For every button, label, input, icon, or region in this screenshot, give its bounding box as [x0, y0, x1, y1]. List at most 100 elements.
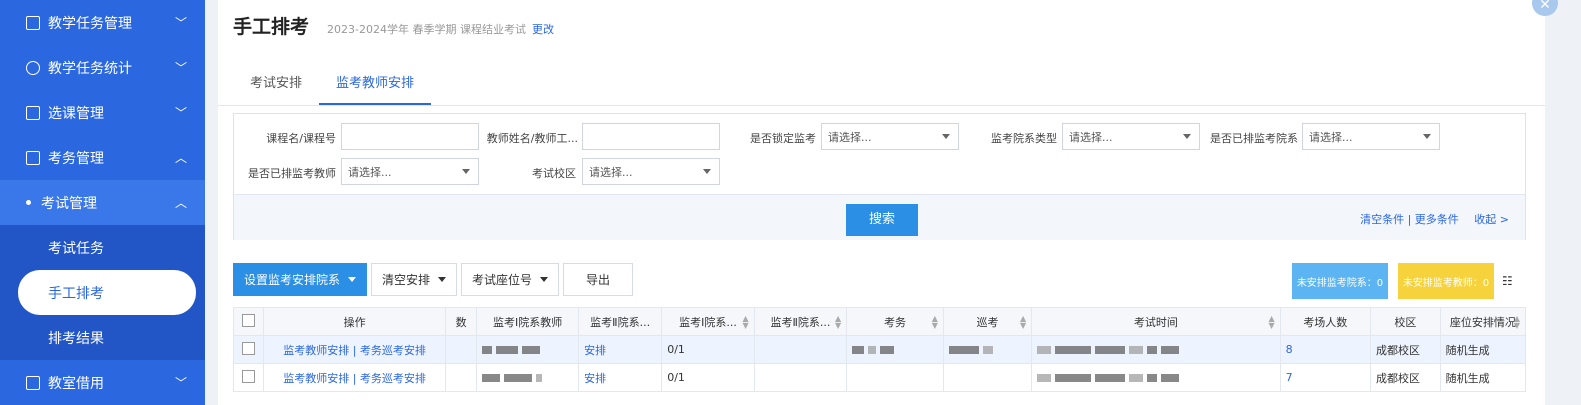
ratio-cell: 0/1	[661, 335, 755, 364]
change-link[interactable]: 更改	[532, 21, 554, 37]
chevron-up-icon: ︿	[174, 196, 187, 210]
calendar-icon	[26, 375, 40, 390]
clear-more-conditions-link[interactable]: 清空条件 | 更多条件	[1360, 213, 1459, 226]
filter-footer: 搜索 清空条件 | 更多条件 收起 >	[234, 194, 1525, 240]
room-count-cell[interactable]: 8	[1279, 335, 1372, 364]
sidebar-item-exam-task[interactable]: 考试任务	[0, 225, 205, 270]
column-header[interactable]: 座位安排情况 ▲ ▼	[1439, 307, 1527, 336]
row-select-cell[interactable]	[232, 335, 265, 364]
exam-affairs-cell	[846, 335, 944, 364]
sidebar-item-exam-management[interactable]: 考试管理 ︿	[0, 180, 205, 225]
patrol-cell	[942, 363, 1033, 392]
select-all-checkbox[interactable]	[242, 313, 256, 327]
chevron-down-icon: ﹀	[174, 106, 187, 120]
sidebar-item-manual-scheduling[interactable]: 手工排考	[18, 270, 196, 315]
select-value: 请选择...	[1309, 131, 1353, 144]
toolbar: 设置监考安排院系 清空安排 考试座位号 导出	[233, 263, 637, 297]
seat-number-button[interactable]: 考试座位号	[461, 263, 560, 296]
room-count-cell[interactable]: 7	[1279, 363, 1372, 392]
column-header-label: 座位安排情况	[1449, 315, 1516, 329]
column-header-label: 监考Ⅱ院系...	[770, 315, 831, 329]
sort-icon[interactable]: ▲ ▼	[1514, 315, 1520, 330]
operation-links[interactable]: 监考教师安排 | 考务巡考安排	[263, 363, 447, 392]
sidebar-item-label: 教室借用	[48, 375, 104, 392]
tab-bar: 考试安排 监考教师安排	[218, 64, 1545, 106]
sidebar-item-teaching-stats[interactable]: 教学任务统计 ﹀	[0, 45, 205, 90]
sort-icon[interactable]: ▲ ▼	[1268, 315, 1274, 330]
column-header-label: 监考Ⅰ院系教师	[493, 315, 563, 329]
sidebar-item-label: 教学任务管理	[48, 15, 132, 32]
search-button[interactable]: 搜索	[846, 204, 918, 236]
column-settings-icon[interactable]: ☷	[1502, 274, 1513, 288]
teacher-arranged-select[interactable]: 请选择...	[341, 158, 479, 185]
dept-type-label: 监考院系类型	[991, 132, 1057, 145]
select-value: 请选择...	[828, 131, 872, 144]
invigilator-i-cell	[476, 363, 580, 392]
row-checkbox[interactable]	[242, 341, 256, 355]
monitor-icon	[26, 150, 40, 165]
column-header-label: 数	[455, 315, 467, 329]
tab-invigilator-arrangement[interactable]: 监考教师安排	[319, 64, 432, 105]
sidebar-item-label: 手工排考	[48, 285, 104, 302]
dropdown-arrow-icon	[1183, 134, 1191, 139]
set-dept-button[interactable]: 设置监考安排院系	[233, 263, 368, 296]
count-cell	[445, 335, 478, 364]
column-header[interactable]: 监考Ⅱ院系... ▲ ▼	[753, 307, 848, 336]
arrange-link[interactable]: 安排	[578, 335, 663, 364]
column-header[interactable]: 考场人数	[1279, 307, 1372, 336]
sidebar-item-course-selection[interactable]: 选课管理 ﹀	[0, 90, 205, 135]
tab-exam-arrangement[interactable]: 考试安排	[233, 64, 319, 105]
locked-select[interactable]: 请选择...	[821, 123, 959, 150]
chevron-down-icon: ﹀	[174, 16, 187, 30]
column-header[interactable]: 巡考 ▲ ▼	[942, 307, 1033, 336]
table-header: 操作 数 监考Ⅰ院系教师 监考Ⅱ院系... 监考Ⅰ院系... ▲ ▼ 监考Ⅱ院系..…	[232, 307, 1527, 336]
seat-cell: 随机生成	[1439, 335, 1527, 364]
column-header[interactable]: 考试时间 ▲ ▼	[1031, 307, 1281, 336]
column-header[interactable]: 监考Ⅰ院系... ▲ ▼	[661, 307, 755, 336]
dept-type-select[interactable]: 请选择...	[1062, 123, 1200, 150]
sidebar-item-label: 考务管理	[48, 150, 104, 167]
campus-cell: 成都校区	[1370, 335, 1441, 364]
export-button[interactable]: 导出	[563, 263, 634, 296]
sidebar-item-classroom-borrow[interactable]: 教室借用 ﹀	[0, 360, 205, 405]
sidebar-item-exam-affairs[interactable]: 考务管理 ︿	[0, 135, 205, 180]
select-value: 请选择...	[348, 166, 392, 179]
main-panel: 手工排考 2023-2024学年 春季学期 课程结业考试 更改 考试安排 监考教…	[218, 0, 1545, 405]
filter-links: 清空条件 | 更多条件 收起 >	[1360, 211, 1509, 227]
table-row[interactable]: 监考教师安排 | 考务巡考安排 安排 0/1 8 成都校区 随机生成	[232, 335, 1527, 364]
course-label: 课程名/课程号	[266, 132, 336, 145]
select-all-cell[interactable]	[232, 307, 265, 336]
column-header[interactable]: 监考Ⅰ院系教师	[476, 307, 580, 336]
sort-icon[interactable]: ▲ ▼	[932, 315, 938, 330]
dept-arranged-select[interactable]: 请选择...	[1302, 123, 1440, 150]
exam-affairs-cell	[846, 363, 944, 392]
bullet-icon	[26, 200, 31, 205]
row-checkbox[interactable]	[242, 369, 256, 383]
column-header-label: 考场人数	[1303, 315, 1348, 329]
clear-arrangement-button[interactable]: 清空安排	[371, 263, 458, 296]
column-header[interactable]: 监考Ⅱ院系...	[578, 307, 663, 336]
sort-icon[interactable]: ▲ ▼	[835, 315, 841, 330]
arrange-link[interactable]: 安排	[578, 363, 663, 392]
select-value: 请选择...	[589, 166, 633, 179]
chevron-down-icon: ﹀	[174, 61, 187, 75]
column-header[interactable]: 校区	[1370, 307, 1441, 336]
column-header[interactable]: 考务 ▲ ▼	[846, 307, 944, 336]
teacher-input[interactable]	[582, 123, 720, 150]
table-row[interactable]: 监考教师安排 | 考务巡考安排 安排 0/1 7 成都校区 随机生成	[232, 363, 1527, 392]
column-header[interactable]: 数	[445, 307, 478, 336]
column-header-label: 巡考	[976, 315, 999, 329]
course-input[interactable]	[341, 123, 479, 150]
sidebar-item-schedule-result[interactable]: 排考结果	[0, 315, 205, 360]
dropdown-arrow-icon	[942, 134, 950, 139]
collapse-link[interactable]: 收起 >	[1474, 213, 1509, 226]
chevron-up-icon: ︿	[174, 151, 187, 165]
unarranged-teacher-badge[interactable]: 未安排监考教师：0	[1398, 263, 1494, 299]
operation-links[interactable]: 监考教师安排 | 考务巡考安排	[263, 335, 447, 364]
campus-select[interactable]: 请选择...	[582, 158, 720, 185]
sort-icon[interactable]: ▲ ▼	[1020, 315, 1026, 330]
sort-icon[interactable]: ▲ ▼	[743, 315, 749, 330]
sidebar-item-teaching-task[interactable]: 教学任务管理 ﹀	[0, 0, 205, 45]
row-select-cell[interactable]	[232, 363, 265, 392]
unarranged-dept-badge[interactable]: 未安排监考院系：0	[1292, 263, 1388, 299]
